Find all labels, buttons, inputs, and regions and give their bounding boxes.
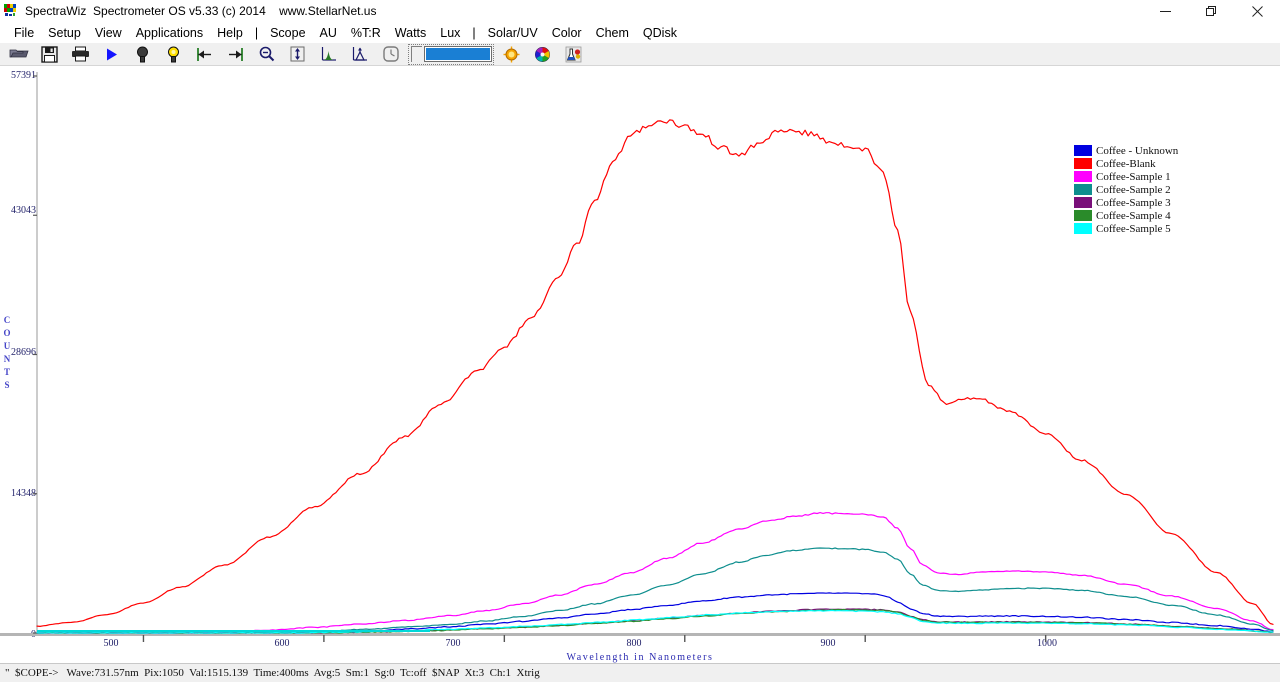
printer-icon (72, 46, 89, 62)
folder-open-icon (9, 49, 29, 58)
legend-swatch (1074, 171, 1092, 182)
menu-separator-2: | (472, 25, 476, 40)
legend-swatch (1074, 223, 1092, 234)
restore-button[interactable] (1188, 0, 1234, 22)
restore-icon (1205, 5, 1216, 16)
menu-item-file[interactable]: File (7, 25, 41, 41)
legend-swatch (1074, 145, 1092, 156)
save-button[interactable] (36, 43, 63, 65)
minimize-icon (1159, 10, 1171, 12)
legend-label: Coffee-Sample 4 (1096, 209, 1171, 222)
series-line (36, 608, 1274, 634)
intensity-slider[interactable] (408, 43, 494, 65)
scan-right-button[interactable] (222, 43, 249, 65)
play-triangle-icon (107, 48, 117, 60)
series-line (36, 547, 1274, 634)
legend-label: Coffee-Sample 3 (1096, 196, 1171, 209)
menu-item-solar-uv[interactable]: Solar/UV (481, 25, 545, 41)
zoom-out-button[interactable] (253, 43, 280, 65)
clock-icon (382, 46, 399, 62)
menu-item-chem[interactable]: Chem (589, 25, 636, 41)
arrow-to-left-icon (197, 47, 211, 61)
run-button[interactable] (98, 43, 125, 65)
title-bar: SpectraWiz Spectrometer OS v5.33 (c) 201… (0, 0, 1280, 22)
color-wheel-icon (535, 46, 550, 62)
legend-item[interactable]: Coffee-Sample 5 (1074, 222, 1272, 235)
open-file-button[interactable] (5, 43, 32, 65)
timeline-button[interactable] (377, 43, 404, 65)
lit-bulb-icon (168, 46, 179, 62)
vertical-arrows-icon (290, 46, 305, 62)
arrow-to-right-icon (229, 47, 243, 61)
dark-reference-button[interactable] (129, 43, 156, 65)
close-button[interactable] (1234, 0, 1280, 22)
menu-item-scope[interactable]: Scope (263, 25, 312, 41)
menu-item-applications[interactable]: Applications (129, 25, 210, 41)
scan-left-button[interactable] (191, 43, 218, 65)
legend-item[interactable]: Coffee-Sample 2 (1074, 183, 1272, 196)
legend-item[interactable]: Coffee-Sample 3 (1074, 196, 1272, 209)
menu-item-color[interactable]: Color (545, 25, 589, 41)
legend-label: Coffee-Blank (1096, 157, 1156, 170)
floppy-disk-icon (41, 45, 58, 63)
window-controls (1142, 0, 1280, 22)
menu-item-au[interactable]: AU (313, 25, 344, 41)
chemistry-button[interactable] (560, 43, 587, 65)
series-line (36, 592, 1274, 634)
legend-label: Coffee-Sample 2 (1096, 183, 1171, 196)
minimize-button[interactable] (1142, 0, 1188, 22)
legend-swatch (1074, 210, 1092, 221)
baseline-graph-icon (352, 47, 367, 61)
menu-item-help[interactable]: Help (210, 25, 250, 41)
magnifier-minus-icon (259, 46, 274, 62)
menu-item-qdisk[interactable]: QDisk (636, 25, 684, 41)
menu-bar: File Setup View Applications Help | Scop… (0, 22, 1280, 43)
legend-swatch (1074, 184, 1092, 195)
slider-bracket-icon (411, 46, 422, 62)
sun-icon (503, 46, 520, 62)
spectrum-plot[interactable]: COUNTS 57391 43043 28696 14348 0 500 600… (0, 66, 1280, 663)
light-reference-button[interactable] (160, 43, 187, 65)
beaker-icon (565, 46, 582, 62)
legend-swatch (1074, 158, 1092, 169)
peak-graph-icon (321, 47, 336, 61)
print-button[interactable] (67, 43, 94, 65)
legend-item[interactable]: Coffee-Sample 4 (1074, 209, 1272, 222)
legend-item[interactable]: Coffee - Unknown (1074, 144, 1272, 157)
baseline-button[interactable] (346, 43, 373, 65)
menu-item-lux[interactable]: Lux (433, 25, 467, 41)
legend-swatch (1074, 197, 1092, 208)
close-icon (1251, 5, 1263, 17)
window-title: SpectraWiz Spectrometer OS v5.33 (c) 201… (25, 4, 377, 18)
status-bar: " $COPE-> Wave:731.57nm Pix:1050 Val:151… (0, 663, 1280, 682)
autoscale-button[interactable] (284, 43, 311, 65)
legend-label: Coffee-Sample 5 (1096, 222, 1171, 235)
menu-item-setup[interactable]: Setup (41, 25, 88, 41)
dark-bulb-icon (137, 46, 148, 62)
legend-item[interactable]: Coffee-Blank (1074, 157, 1272, 170)
peak-find-button[interactable] (315, 43, 342, 65)
series-line (36, 608, 1274, 634)
menu-separator-1: | (254, 25, 259, 40)
legend: Coffee - Unknown Coffee-Blank Coffee-Sam… (1074, 142, 1272, 237)
menu-item-transmission-reflectance[interactable]: %T:R (344, 25, 388, 41)
spectrum-app-icon (4, 4, 16, 16)
legend-label: Coffee-Sample 1 (1096, 170, 1171, 183)
menu-item-watts[interactable]: Watts (388, 25, 433, 41)
legend-item[interactable]: Coffee-Sample 1 (1074, 170, 1272, 183)
menu-item-view[interactable]: View (88, 25, 129, 41)
color-wheel-button[interactable] (529, 43, 556, 65)
series-line (36, 609, 1274, 634)
sun-button[interactable] (498, 43, 525, 65)
slider-fill[interactable] (424, 46, 492, 62)
series-line (36, 512, 1274, 634)
legend-label: Coffee - Unknown (1096, 144, 1179, 157)
spectrawiz-window: SpectraWiz Spectrometer OS v5.33 (c) 201… (0, 0, 1280, 682)
status-text: " $COPE-> Wave:731.57nm Pix:1050 Val:151… (5, 667, 540, 679)
toolbar (0, 43, 1280, 66)
